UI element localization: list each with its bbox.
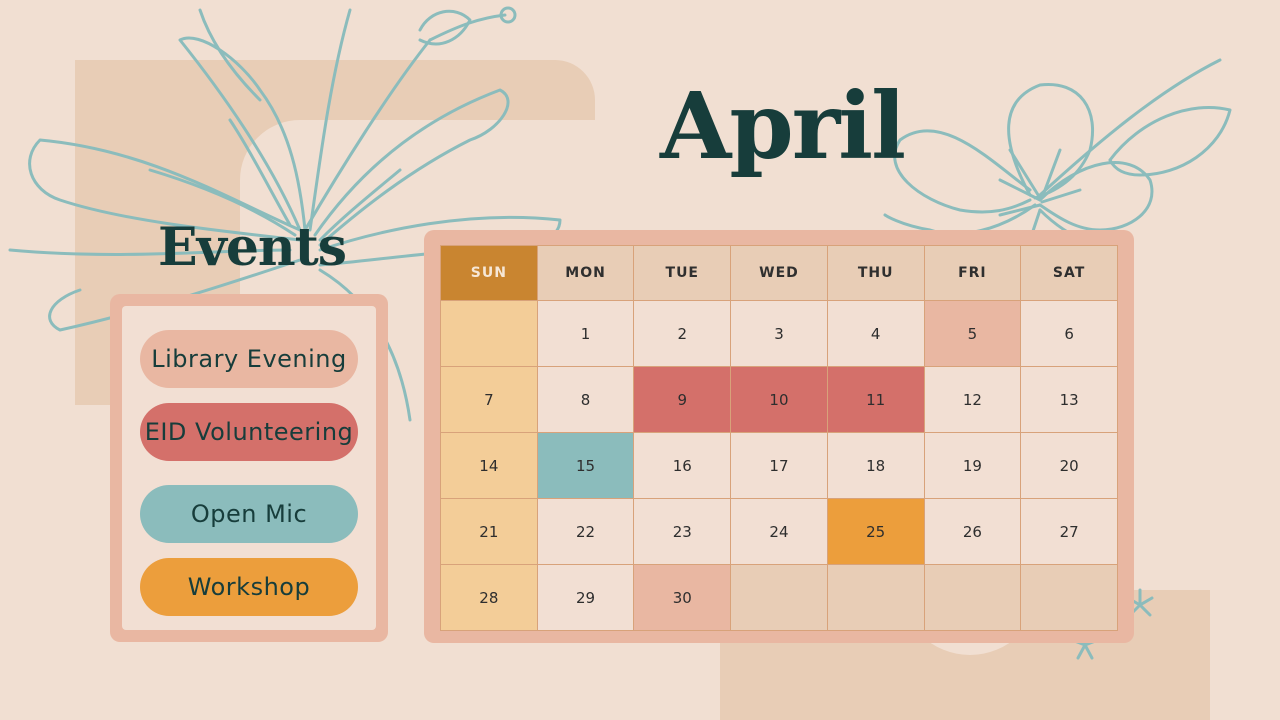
calendar-week-row: 28 29 30 xyxy=(440,564,1118,631)
calendar-day-cell[interactable] xyxy=(730,564,828,631)
calendar-day-cell[interactable]: 8 xyxy=(536,366,635,433)
calendar-day-cell[interactable] xyxy=(923,564,1022,631)
calendar-day-cell[interactable]: 25 xyxy=(826,498,925,565)
floral-petal-right xyxy=(1007,82,1095,200)
event-pill-open-mic[interactable]: Open Mic xyxy=(140,485,358,543)
calendar-day-cell[interactable]: 5 xyxy=(923,300,1022,367)
day-header-mon: MON xyxy=(536,245,635,301)
calendar-day-cell[interactable]: 24 xyxy=(730,498,828,565)
calendar-header-row: SUN MON TUE WED THU FRI SAT xyxy=(440,245,1118,301)
day-header-thu: THU xyxy=(826,245,925,301)
calendar-day-cell[interactable]: 3 xyxy=(730,300,828,367)
calendar-week-row: 14 15 16 17 18 19 20 xyxy=(440,432,1118,499)
calendar-day-cell[interactable]: 1 xyxy=(536,300,635,367)
calendar-grid: SUN MON TUE WED THU FRI SAT 1 2 3 4 5 6 … xyxy=(440,245,1118,631)
calendar-day-cell[interactable]: 27 xyxy=(1020,498,1118,565)
calendar-day-cell[interactable]: 11 xyxy=(826,366,925,433)
floral-leaf xyxy=(1108,105,1232,177)
calendar-day-cell[interactable]: 19 xyxy=(923,432,1022,499)
calendar-day-cell[interactable]: 20 xyxy=(1020,432,1118,499)
day-header-sun: SUN xyxy=(440,245,538,301)
calendar-day-cell[interactable]: 22 xyxy=(536,498,635,565)
calendar-day-cell[interactable]: 12 xyxy=(923,366,1022,433)
calendar-day-cell[interactable] xyxy=(440,300,538,367)
calendar-day-cell[interactable]: 16 xyxy=(633,432,732,499)
calendar-day-cell[interactable]: 6 xyxy=(1020,300,1118,367)
event-pill-workshop[interactable]: Workshop xyxy=(140,558,358,616)
calendar-day-cell[interactable]: 23 xyxy=(633,498,732,565)
events-title: Events xyxy=(158,217,347,278)
calendar-day-cell[interactable]: 21 xyxy=(440,498,538,565)
day-header-wed: WED xyxy=(730,245,828,301)
calendar-day-cell[interactable]: 18 xyxy=(826,432,925,499)
calendar-day-cell[interactable]: 2 xyxy=(633,300,732,367)
calendar-day-cell[interactable]: 13 xyxy=(1020,366,1118,433)
floral-bud xyxy=(418,9,472,46)
day-header-sat: SAT xyxy=(1020,245,1118,301)
calendar-frame: SUN MON TUE WED THU FRI SAT 1 2 3 4 5 6 … xyxy=(424,230,1134,643)
calendar-body: 1 2 3 4 5 6 7 8 9 10 11 12 13 14 15 16 1… xyxy=(440,300,1118,631)
floral-stem xyxy=(428,13,507,42)
floral-stem xyxy=(1038,58,1222,197)
calendar-day-cell[interactable]: 30 xyxy=(633,564,732,631)
calendar-day-cell[interactable]: 15 xyxy=(536,432,635,499)
calendar-day-cell[interactable]: 28 xyxy=(440,564,538,631)
calendar-week-row: 21 22 23 24 25 26 27 xyxy=(440,498,1118,565)
day-header-tue: TUE xyxy=(633,245,732,301)
floral-detail xyxy=(998,148,1082,242)
floral-stamen xyxy=(499,6,517,24)
calendar-week-row: 7 8 9 10 11 12 13 xyxy=(440,366,1118,433)
calendar-week-row: 1 2 3 4 5 6 xyxy=(440,300,1118,367)
calendar-day-cell[interactable]: 9 xyxy=(633,366,732,433)
floral-petal-right xyxy=(1038,161,1154,232)
calendar-day-cell[interactable] xyxy=(826,564,925,631)
event-pill-eid-volunteering[interactable]: EID Volunteering xyxy=(140,403,358,461)
calendar-day-cell[interactable]: 10 xyxy=(730,366,828,433)
events-legend-panel: Library Evening EID Volunteering Open Mi… xyxy=(122,306,376,630)
calendar-day-cell[interactable]: 26 xyxy=(923,498,1022,565)
day-header-fri: FRI xyxy=(923,245,1022,301)
events-legend: Library Evening EID Volunteering Open Mi… xyxy=(110,294,388,642)
calendar-day-cell[interactable]: 7 xyxy=(440,366,538,433)
event-pill-library-evening[interactable]: Library Evening xyxy=(140,330,358,388)
calendar-day-cell[interactable]: 4 xyxy=(826,300,925,367)
calendar-day-cell[interactable] xyxy=(1020,564,1118,631)
calendar-day-cell[interactable]: 17 xyxy=(730,432,828,499)
floral-petal-right xyxy=(893,129,1032,214)
month-title: April xyxy=(660,72,906,180)
calendar-day-cell[interactable]: 29 xyxy=(536,564,635,631)
calendar-day-cell[interactable]: 14 xyxy=(440,432,538,499)
